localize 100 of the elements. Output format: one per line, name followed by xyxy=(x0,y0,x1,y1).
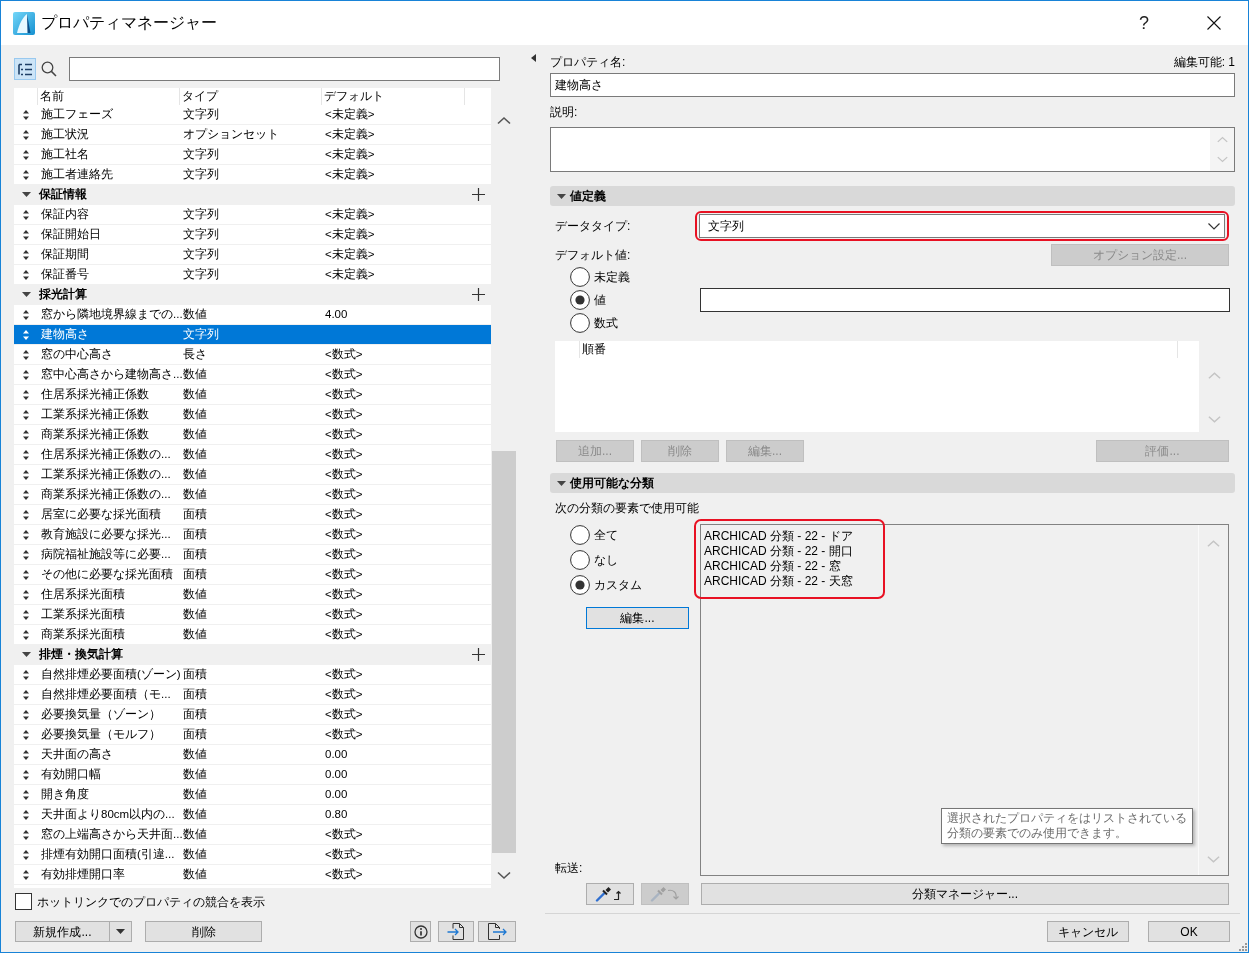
up-down-arrow-icon[interactable] xyxy=(23,689,29,700)
up-down-arrow-icon[interactable] xyxy=(23,609,29,620)
table-row[interactable]: 施工者連絡先 文字列 <未定義> xyxy=(14,165,491,185)
value-field[interactable] xyxy=(700,288,1230,312)
search-field[interactable] xyxy=(69,57,500,81)
table-row[interactable]: 建物高さ 文字列 xyxy=(14,325,491,345)
up-down-arrow-icon[interactable] xyxy=(23,709,29,720)
caret-down-icon[interactable] xyxy=(21,292,31,297)
group-row[interactable]: 排煙・換気計算 xyxy=(14,645,491,665)
up-down-arrow-icon[interactable] xyxy=(23,229,29,240)
radio-option[interactable]: 数式 xyxy=(570,313,618,333)
list-box[interactable]: 順番 xyxy=(555,341,1199,432)
table-row[interactable]: 窓の上端高さから天井面...数値 <数式> xyxy=(14,825,491,845)
table-row[interactable]: 工業系採光補正係数の... 数値 <数式> xyxy=(14,465,491,485)
up-down-arrow-icon[interactable] xyxy=(23,169,29,180)
table-row[interactable]: 排煙有効開口面積(引違... 数値 <数式> xyxy=(14,845,491,865)
import-button[interactable] xyxy=(438,921,474,942)
cancel-button[interactable]: キャンセル xyxy=(1047,921,1129,942)
table-row[interactable]: 窓の中心高さ 長さ <数式> xyxy=(14,345,491,365)
classification-manager-button[interactable]: 分類マネージャー... xyxy=(701,883,1229,905)
list-item[interactable]: ARCHICAD 分類 - 22 - 天窓 xyxy=(704,574,853,589)
section-header[interactable]: 値定義 xyxy=(550,186,1235,206)
table-row[interactable]: 保証番号 文字列 <未定義> xyxy=(14,265,491,285)
caret-down-icon[interactable] xyxy=(557,480,566,486)
tree-view-button[interactable] xyxy=(14,58,36,80)
table-row[interactable]: 商業系採光補正係数の... 数値 <数式> xyxy=(14,485,491,505)
list-item[interactable]: ARCHICAD 分類 - 22 - ドア xyxy=(704,529,853,544)
delete-button[interactable]: 削除 xyxy=(145,921,262,942)
table-row[interactable]: 天井面の高さ 数値 0.00 xyxy=(14,745,491,765)
up-down-arrow-icon[interactable] xyxy=(23,469,29,480)
up-down-arrow-icon[interactable] xyxy=(23,269,29,280)
up-down-arrow-icon[interactable] xyxy=(23,369,29,380)
table-row[interactable]: 施工フェーズ 文字列 <未定義> xyxy=(14,105,491,125)
radio-option[interactable]: なし xyxy=(570,550,618,570)
up-down-arrow-icon[interactable] xyxy=(23,389,29,400)
table-row[interactable]: 施工状況 オプションセット <未定義> xyxy=(14,125,491,145)
up-down-arrow-icon[interactable] xyxy=(23,489,29,500)
caret-down-icon[interactable] xyxy=(21,192,31,197)
up-down-arrow-icon[interactable] xyxy=(23,209,29,220)
scrollbar-thumb[interactable] xyxy=(492,451,516,853)
checkbox[interactable]: ホットリンクでのプロパティの競合を表示 xyxy=(15,893,265,910)
table-row[interactable]: 工業系採光補正係数 数値 <数式> xyxy=(14,405,491,425)
up-down-arrow-icon[interactable] xyxy=(23,309,29,320)
table-row[interactable]: 自然排煙必要面積(ゾーン) 面積 <数式> xyxy=(14,665,491,685)
up-down-arrow-icon[interactable] xyxy=(23,129,29,140)
up-down-arrow-icon[interactable] xyxy=(23,529,29,540)
group-row[interactable]: 保証情報 xyxy=(14,185,491,205)
table-row[interactable]: 施工社名 文字列 <未定義> xyxy=(14,145,491,165)
table-row[interactable]: 有効排煙開口率 数値 <数式> xyxy=(14,865,491,885)
up-down-arrow-icon[interactable] xyxy=(23,789,29,800)
table-row[interactable]: 居室に必要な採光面積 面積 <数式> xyxy=(14,505,491,525)
up-down-arrow-icon[interactable] xyxy=(23,729,29,740)
list-item[interactable]: ARCHICAD 分類 - 22 - 窓 xyxy=(704,559,841,574)
caret-down-icon[interactable] xyxy=(21,652,31,657)
resize-grip-icon[interactable] xyxy=(1238,942,1247,951)
table-row[interactable]: 必要換気量（ゾーン） 面積 <数式> xyxy=(14,705,491,725)
up-down-arrow-icon[interactable] xyxy=(23,849,29,860)
up-down-arrow-icon[interactable] xyxy=(23,249,29,260)
up-down-arrow-icon[interactable] xyxy=(23,509,29,520)
chevron-down-icon[interactable] xyxy=(497,871,511,880)
table-row[interactable]: 商業系採光面積 数値 <数式> xyxy=(14,625,491,645)
up-down-arrow-icon[interactable] xyxy=(23,449,29,460)
table-row[interactable]: 天井面より80cm以内の... 数値 0.80 xyxy=(14,805,491,825)
up-down-arrow-icon[interactable] xyxy=(23,429,29,440)
radio-option[interactable]: カスタム xyxy=(570,575,642,595)
table-row[interactable]: 保証開始日 文字列 <未定義> xyxy=(14,225,491,245)
chevron-up-icon[interactable] xyxy=(497,116,511,125)
caret-down-icon[interactable] xyxy=(557,193,566,199)
up-down-arrow-icon[interactable] xyxy=(23,769,29,780)
up-down-arrow-icon[interactable] xyxy=(23,109,29,120)
column-header[interactable]: 順番 xyxy=(580,341,1178,358)
up-down-arrow-icon[interactable] xyxy=(23,149,29,160)
radio-option[interactable]: 未定義 xyxy=(570,267,630,287)
help-button[interactable]: ? xyxy=(1121,1,1167,45)
up-down-arrow-icon[interactable] xyxy=(23,569,29,580)
table-row[interactable]: 商業系採光補正係数 数値 <数式> xyxy=(14,425,491,445)
table-row[interactable]: 住居系採光補正係数の... 数値 <数式> xyxy=(14,445,491,465)
edit-button[interactable]: 編集... xyxy=(586,607,689,629)
new-button[interactable]: 新規作成... xyxy=(15,921,110,942)
table-row[interactable]: 住居系採光補正係数 数値 <数式> xyxy=(14,385,491,405)
up-down-arrow-icon[interactable] xyxy=(23,549,29,560)
table-row[interactable]: 病院福祉施設等に必要... 面積 <数式> xyxy=(14,545,491,565)
plus-icon[interactable] xyxy=(471,648,485,661)
table-row[interactable]: 必要換気量（モルフ） 面積 <数式> xyxy=(14,725,491,745)
radio-option[interactable]: 値 xyxy=(570,290,606,310)
table-row[interactable]: 開き角度 数値 0.00 xyxy=(14,785,491,805)
table-row[interactable]: 窓中心高さから建物高さ...数値 <数式> xyxy=(14,365,491,385)
plus-icon[interactable] xyxy=(471,288,485,301)
up-down-arrow-icon[interactable] xyxy=(23,809,29,820)
table-row[interactable]: 住居系採光面積 数値 <数式> xyxy=(14,585,491,605)
up-down-arrow-icon[interactable] xyxy=(23,869,29,880)
dropdown[interactable]: 文字列 xyxy=(699,214,1225,238)
group-row[interactable]: 採光計算 xyxy=(14,285,491,305)
up-down-arrow-icon[interactable] xyxy=(23,749,29,760)
table-row[interactable]: 自然排煙必要面積（モ... 面積 <数式> xyxy=(14,685,491,705)
ok-button[interactable]: OK xyxy=(1148,921,1230,942)
up-down-arrow-icon[interactable] xyxy=(23,669,29,680)
plus-icon[interactable] xyxy=(471,188,485,201)
table-row[interactable]: 教育施設に必要な採光... 面積 <数式> xyxy=(14,525,491,545)
table-row[interactable]: 窓から隣地境界線までの...数値 4.00 xyxy=(14,305,491,325)
